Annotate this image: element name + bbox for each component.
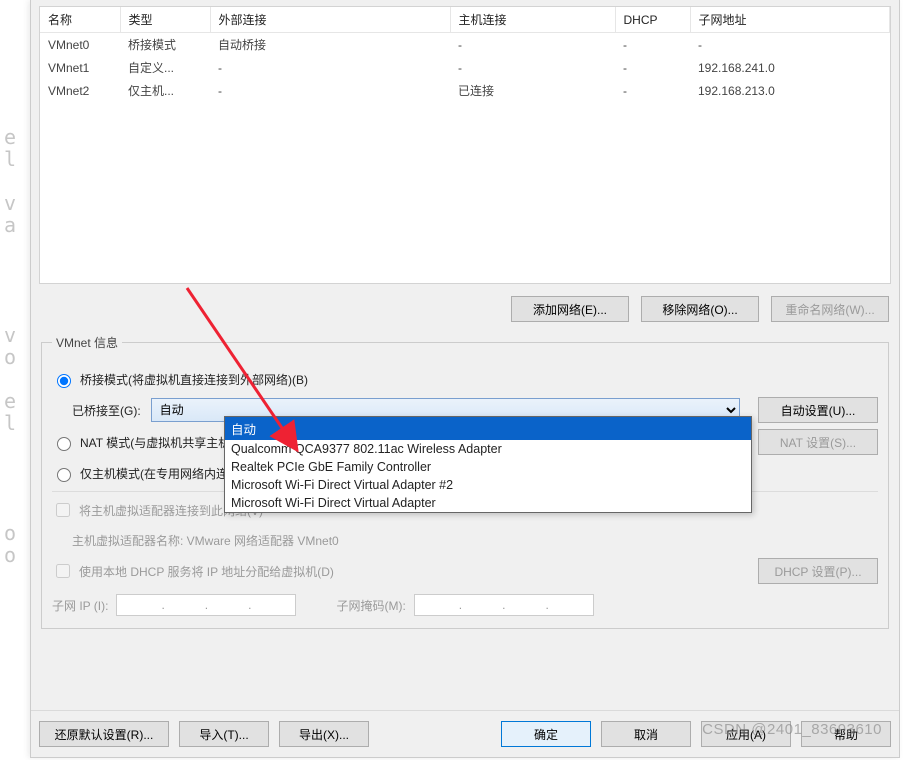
cell-ext: 自动桥接 [210, 33, 450, 57]
vmnet-table[interactable]: 名称 类型 外部连接 主机连接 DHCP 子网地址 VMnet0 桥接模式 自动… [39, 6, 891, 284]
group-legend: VMnet 信息 [52, 334, 122, 351]
dropdown-option[interactable]: 自动 [225, 417, 751, 440]
table-row[interactable]: VMnet1 自定义... - - - 192.168.241.0 [40, 56, 890, 79]
use-dhcp-row: 使用本地 DHCP 服务将 IP 地址分配给虚拟机(D) DHCP 设置(P).… [52, 558, 878, 584]
cell-ext: - [210, 56, 450, 79]
subnet-ip-label: 子网 IP (I): [52, 597, 108, 614]
cell-subnet: 192.168.241.0 [690, 56, 890, 79]
subnet-row: 子网 IP (I): ... 子网掩码(M): ... [52, 594, 878, 616]
cell-host: 已连接 [450, 79, 615, 102]
cell-type: 桥接模式 [120, 33, 210, 57]
col-dhcp[interactable]: DHCP [615, 7, 690, 33]
bridged-label[interactable]: 桥接模式(将虚拟机直接连接到外部网络)(B) [80, 371, 308, 388]
bridged-to-label: 已桥接至(G): [72, 402, 141, 419]
bridged-radio[interactable] [57, 374, 71, 388]
cell-name: VMnet1 [40, 56, 120, 79]
virtual-network-editor-dialog: 名称 类型 外部连接 主机连接 DHCP 子网地址 VMnet0 桥接模式 自动… [30, 0, 900, 758]
table-row[interactable]: VMnet2 仅主机... - 已连接 - 192.168.213.0 [40, 79, 890, 102]
cell-host: - [450, 33, 615, 57]
cell-dhcp: - [615, 33, 690, 57]
cell-host: - [450, 56, 615, 79]
subnet-mask-field: ... [414, 594, 594, 616]
use-dhcp-label: 使用本地 DHCP 服务将 IP 地址分配给虚拟机(D) [79, 563, 334, 580]
nat-radio[interactable] [57, 437, 71, 451]
bridged-to-dropdown-list[interactable]: 自动 Qualcomm QCA9377 802.11ac Wireless Ad… [224, 416, 752, 513]
cell-ext: - [210, 79, 450, 102]
cell-subnet: 192.168.213.0 [690, 79, 890, 102]
dropdown-option[interactable]: Microsoft Wi-Fi Direct Virtual Adapter [225, 494, 751, 512]
cell-type: 自定义... [120, 56, 210, 79]
ok-button[interactable]: 确定 [501, 721, 591, 747]
host-adapter-name-row: 主机虚拟适配器名称: VMware 网络适配器 VMnet0 [72, 528, 878, 552]
dialog-client-area: 名称 类型 外部连接 主机连接 DHCP 子网地址 VMnet0 桥接模式 自动… [31, 0, 899, 710]
table-row[interactable]: VMnet0 桥接模式 自动桥接 - - - [40, 33, 890, 57]
cell-subnet: - [690, 33, 890, 57]
cell-type: 仅主机... [120, 79, 210, 102]
watermark-text: CSDN @2401_83693610 [702, 721, 882, 738]
col-host[interactable]: 主机连接 [450, 7, 615, 33]
use-dhcp-checkbox [56, 564, 70, 578]
col-subnet[interactable]: 子网地址 [690, 7, 890, 33]
host-adapter-name-text: 主机虚拟适配器名称: VMware 网络适配器 VMnet0 [72, 532, 339, 549]
col-ext[interactable]: 外部连接 [210, 7, 450, 33]
dhcp-settings-button: DHCP 设置(P)... [758, 558, 878, 584]
nat-settings-button: NAT 设置(S)... [758, 429, 878, 455]
export-button[interactable]: 导出(X)... [279, 721, 369, 747]
import-button[interactable]: 导入(T)... [179, 721, 269, 747]
cancel-button[interactable]: 取消 [601, 721, 691, 747]
remove-network-button[interactable]: 移除网络(O)... [641, 296, 759, 322]
cell-name: VMnet0 [40, 33, 120, 57]
dropdown-option[interactable]: Realtek PCIe GbE Family Controller [225, 458, 751, 476]
cell-dhcp: - [615, 79, 690, 102]
add-network-button[interactable]: 添加网络(E)... [511, 296, 629, 322]
dropdown-option[interactable]: Qualcomm QCA9377 802.11ac Wireless Adapt… [225, 440, 751, 458]
background-glyphs: e l v a v o e l o o [0, 0, 30, 760]
subnet-ip-field: ... [116, 594, 296, 616]
subnet-mask-label: 子网掩码(M): [336, 597, 405, 614]
col-name[interactable]: 名称 [40, 7, 120, 33]
table-header-row: 名称 类型 外部连接 主机连接 DHCP 子网地址 [40, 7, 890, 33]
col-type[interactable]: 类型 [120, 7, 210, 33]
rename-network-button: 重命名网络(W)... [771, 296, 889, 322]
network-action-buttons: 添加网络(E)... 移除网络(O)... 重命名网络(W)... [41, 296, 889, 322]
cell-name: VMnet2 [40, 79, 120, 102]
auto-settings-button[interactable]: 自动设置(U)... [758, 397, 878, 423]
hostonly-radio[interactable] [57, 468, 71, 482]
dropdown-option[interactable]: Microsoft Wi-Fi Direct Virtual Adapter #… [225, 476, 751, 494]
restore-defaults-button[interactable]: 还原默认设置(R)... [39, 721, 169, 747]
connect-host-adapter-checkbox [56, 503, 70, 517]
bridged-radio-row[interactable]: 桥接模式(将虚拟机直接连接到外部网络)(B) [52, 367, 878, 391]
cell-dhcp: - [615, 56, 690, 79]
